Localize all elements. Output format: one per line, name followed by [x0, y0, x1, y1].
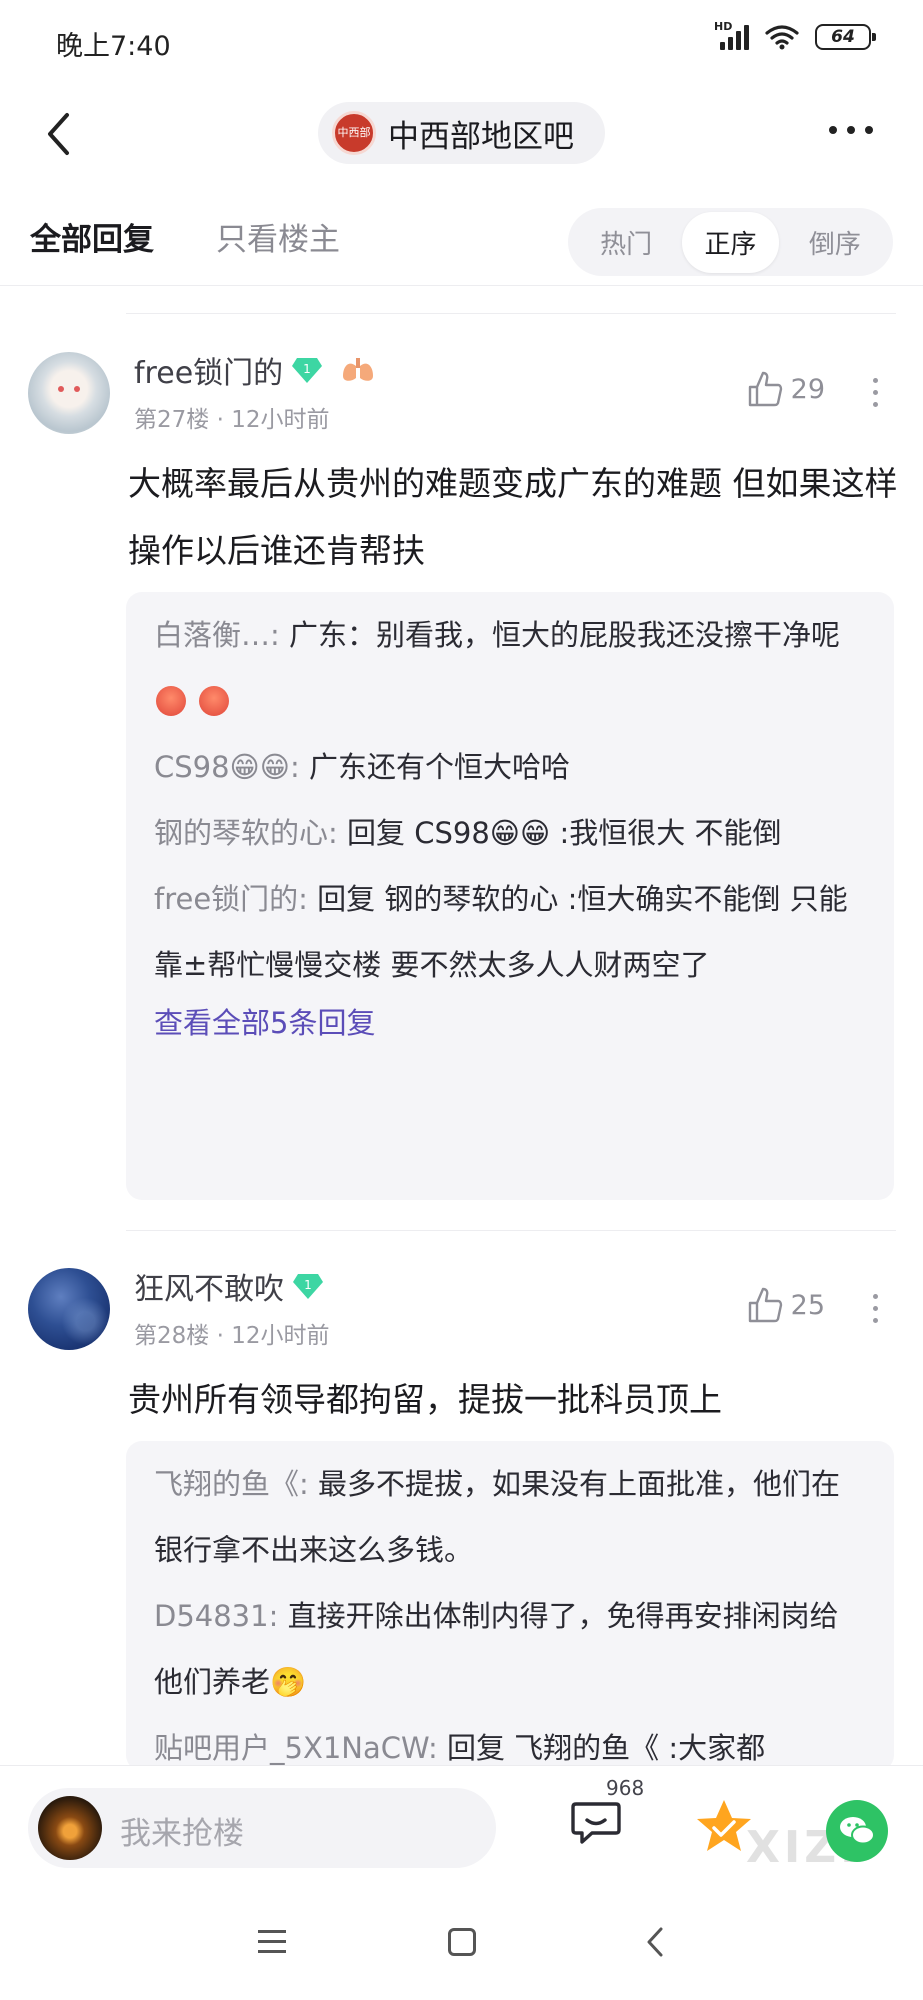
- more-options-button[interactable]: [823, 120, 879, 140]
- like-button[interactable]: 29: [747, 370, 825, 408]
- reply-author: 钢的琴软的心:: [154, 816, 338, 850]
- view-all-replies-link[interactable]: 查看全部5条回复: [154, 998, 866, 1048]
- sub-reply[interactable]: CS98😁😁: 广东还有个恒大哈哈: [154, 734, 866, 800]
- reply-author: free锁门的:: [154, 882, 308, 916]
- sub-replies: 白落衡…: 广东：别看我，恒大的屁股我还没擦干净呢 CS98😁😁: 广东还有个恒…: [126, 592, 894, 1200]
- forum-link[interactable]: 中西部 中西部地区吧: [318, 102, 605, 164]
- dot-icon: [865, 126, 873, 134]
- reply-text: 回复 CS98😁😁 :我恒很大 不能倒: [337, 816, 782, 850]
- sub-reply[interactable]: free锁门的: 回复 钢的琴软的心 :恒大确实不能倒 只能靠±帮忙慢慢交楼 要…: [154, 866, 866, 998]
- user-row: 狂风不敢吹 1: [134, 1264, 324, 1308]
- like-button[interactable]: 25: [747, 1286, 825, 1324]
- lung-icon: [343, 358, 374, 381]
- username[interactable]: free锁门的: [134, 348, 283, 392]
- reply-text: 广东：别看我，恒大的屁股我还没擦干净呢: [279, 618, 841, 652]
- wechat-share-icon[interactable]: [826, 1800, 888, 1862]
- dot-icon: [847, 126, 855, 134]
- dot-icon: [829, 126, 837, 134]
- reply-author: 贴吧用户_5X1NaCW:: [154, 1731, 438, 1765]
- sub-reply[interactable]: D54831: 直接开除出体制内得了，免得再安排闲岗给他们养老🤭: [154, 1583, 866, 1715]
- sub-replies: 飞翔的鱼《: 最多不提拔，如果没有上面批准，他们在银行拿不出来这么多钱。 D54…: [126, 1441, 894, 1771]
- reply-bubble-icon[interactable]: [568, 1794, 624, 1850]
- system-navigation-bar: [0, 1888, 923, 2000]
- sub-reply[interactable]: 钢的琴软的心: 回复 CS98😁😁 :我恒很大 不能倒: [154, 800, 866, 866]
- avatar[interactable]: [28, 1268, 110, 1350]
- thumbs-up-icon: [748, 1287, 782, 1323]
- top-nav: 中西部 中西部地区吧: [0, 86, 923, 182]
- thumbs-up-icon: [748, 371, 782, 407]
- like-count: 25: [790, 1289, 825, 1321]
- like-count: 29: [790, 373, 825, 405]
- sort-hot[interactable]: 热门: [578, 212, 674, 273]
- post-more-button[interactable]: [869, 374, 881, 411]
- tab-all-replies[interactable]: 全部回复: [30, 214, 154, 259]
- svg-text:1: 1: [304, 1278, 312, 1292]
- forum-name: 中西部地区吧: [388, 118, 574, 155]
- level-badge-icon: 1: [293, 1274, 323, 1299]
- post-content: 大概率最后从贵州的难题变成广东的难题 但如果这样操作以后谁还肯帮扶: [128, 464, 898, 570]
- status-time: 晚上7:40: [56, 31, 171, 62]
- divider: [0, 285, 923, 286]
- reply-author: 白落衡…:: [154, 618, 280, 652]
- tab-only-op[interactable]: 只看楼主: [216, 214, 340, 259]
- bottom-action-bar: 我来抢楼 968 XIZI: [0, 1765, 923, 1887]
- battery-icon: 64: [815, 24, 876, 50]
- chevron-left-icon: [48, 113, 69, 155]
- reply-author: D54831:: [154, 1599, 279, 1633]
- home-button[interactable]: [448, 1928, 476, 1956]
- back-button[interactable]: [36, 108, 80, 160]
- my-avatar: [38, 1796, 102, 1860]
- sort-descending[interactable]: 倒序: [787, 212, 883, 273]
- angry-face-icon: [199, 686, 230, 716]
- user-row: free锁门的 1: [134, 348, 375, 392]
- recent-apps-button[interactable]: [258, 1930, 286, 1953]
- reply-text: 回复 飞翔的鱼《 :大家都: [437, 1731, 766, 1765]
- comment-input[interactable]: 我来抢楼: [28, 1788, 496, 1868]
- network-type-label: HD: [714, 20, 733, 33]
- sub-reply[interactable]: 白落衡…: 广东：别看我，恒大的屁股我还没擦干净呢: [154, 602, 866, 734]
- post-content: 贵州所有领导都拘留，提拔一批科员顶上: [128, 1380, 722, 1419]
- post-more-button[interactable]: [869, 1290, 881, 1327]
- svg-text:1: 1: [303, 362, 311, 376]
- divider: [126, 1230, 896, 1231]
- comment-placeholder: 我来抢楼: [120, 1816, 244, 1852]
- divider: [126, 313, 896, 314]
- status-icons: HD 64: [714, 20, 876, 50]
- favorite-star-icon[interactable]: [695, 1798, 753, 1854]
- system-back-icon[interactable]: [646, 1926, 664, 1958]
- cellular-signal-icon: HD: [714, 20, 749, 50]
- reply-filter-bar: 全部回复 只看楼主 热门 正序 倒序: [0, 200, 923, 290]
- sort-toggle: 热门 正序 倒序: [568, 208, 893, 276]
- floor-time: 第28楼 · 12小时前: [134, 1323, 330, 1349]
- reply-count: 968: [606, 1776, 645, 1800]
- floor-time: 第27楼 · 12小时前: [134, 407, 330, 433]
- level-badge-icon: 1: [292, 358, 323, 383]
- avatar[interactable]: [28, 352, 110, 434]
- sub-reply[interactable]: 飞翔的鱼《: 最多不提拔，如果没有上面批准，他们在银行拿不出来这么多钱。: [154, 1451, 866, 1583]
- reply-text: 广东还有个恒大哈哈: [299, 750, 571, 784]
- angry-face-icon: [156, 686, 186, 716]
- username[interactable]: 狂风不敢吹: [134, 1264, 284, 1308]
- status-bar: 晚上7:40 HD 64: [0, 0, 923, 86]
- sort-ascending[interactable]: 正序: [682, 211, 779, 273]
- reply-author: 飞翔的鱼《:: [154, 1467, 309, 1501]
- wifi-icon: [765, 25, 799, 50]
- forum-logo: 中西部: [332, 111, 376, 155]
- reply-author: CS98😁😁:: [154, 750, 300, 784]
